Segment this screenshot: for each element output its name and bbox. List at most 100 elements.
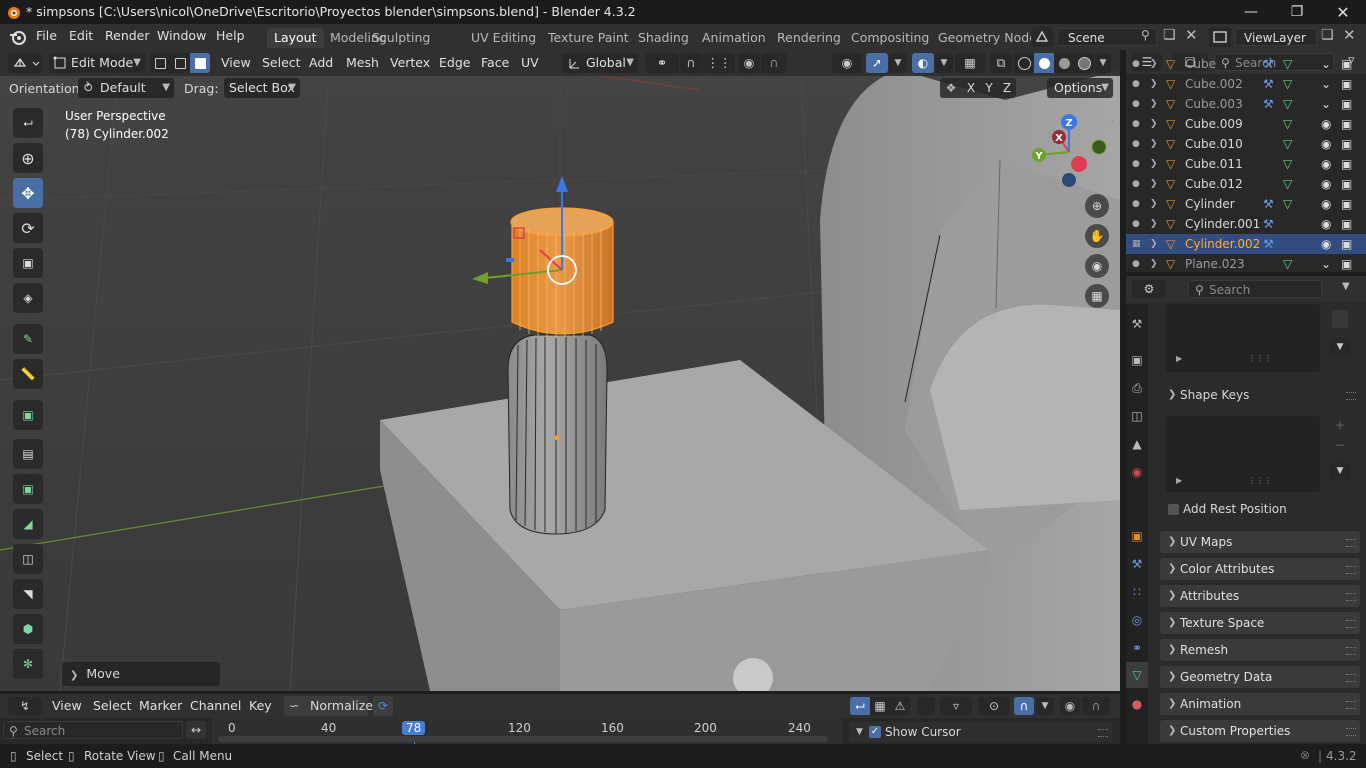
list-expand-icon[interactable]: ▶ — [1176, 354, 1182, 363]
row-dot-icon[interactable]: ● — [1132, 94, 1140, 114]
expand-chevron-icon[interactable]: ❯ — [1150, 234, 1158, 254]
workspace-tab-layout[interactable]: Layout — [267, 28, 324, 48]
show-hidden-icon[interactable]: ▦ — [870, 697, 890, 715]
vertex-group-specials-button[interactable]: ▼ — [1330, 338, 1350, 356]
workspace-tab-texture-paint[interactable]: Texture Paint — [541, 28, 636, 48]
panel-attributes[interactable]: ❯ Attributes — [1160, 585, 1360, 607]
menu-face[interactable]: Face — [481, 54, 509, 72]
wireframe-shading-icon[interactable] — [1014, 53, 1034, 73]
tab-render[interactable]: ▣ — [1126, 348, 1148, 372]
render-camera-icon[interactable]: ▣ — [1341, 94, 1352, 114]
panel-color-attributes[interactable]: ❯ Color Attributes — [1160, 558, 1360, 580]
list-resize-grip-icon[interactable]: ⋮⋮⋮ — [1248, 476, 1272, 485]
render-camera-icon[interactable]: ▣ — [1341, 174, 1352, 194]
timeline-proportional-button[interactable]: ◉ — [1060, 697, 1080, 715]
panel-grip-icon[interactable] — [1346, 392, 1356, 400]
tab-world[interactable]: ◉ — [1126, 460, 1148, 484]
eye-closed-icon[interactable]: ⌄ — [1321, 254, 1331, 272]
panel-grip-icon[interactable] — [1346, 593, 1356, 601]
expand-chevron-icon[interactable]: ❯ — [1150, 194, 1158, 214]
gizmo-dropdown[interactable]: ▼ — [889, 53, 907, 73]
row-dot-icon[interactable]: ● — [1132, 134, 1140, 154]
outliner-row[interactable]: ● ❯ ▽ Cube.012 ▽ ◉ ▣ — [1126, 174, 1366, 194]
menu-add[interactable]: Add — [309, 54, 333, 72]
loop-cut-tool[interactable]: ◫ — [13, 544, 43, 574]
inset-tool[interactable]: ▣ — [13, 474, 43, 504]
expand-chevron-icon[interactable]: ❯ — [1150, 54, 1158, 74]
outliner-row[interactable]: ● ❯ ▽ Cube.003 ⚒ ▽ ⌄ ▣ — [1126, 94, 1366, 114]
snap-target-button[interactable]: ⋮⋮ — [703, 53, 735, 73]
zoom-button[interactable]: ⊕ — [1085, 194, 1109, 218]
proportional-edit-button[interactable]: ◉ — [738, 53, 760, 73]
vertex-groups-list[interactable]: ▶ ⋮⋮⋮ — [1166, 304, 1320, 372]
panel-grip-icon[interactable] — [1346, 674, 1356, 682]
poly-build-tool[interactable]: ⬢ — [13, 614, 43, 644]
outliner-row[interactable]: ● ❯ ▽ Cylinder ⚒ ▽ ◉ ▣ — [1126, 194, 1366, 214]
menu-edge[interactable]: Edge — [439, 54, 470, 72]
workspace-tab-uv-editing[interactable]: UV Editing — [464, 28, 543, 48]
view-layer-field[interactable]: ViewLayer — [1235, 28, 1317, 46]
spin-tool[interactable]: ✻ — [13, 649, 43, 679]
extrude-tool[interactable]: ▤ — [13, 439, 43, 469]
outliner-row[interactable]: ● ❯ ▽ Plane.023 ▽ ⌄ ▣ — [1126, 254, 1366, 272]
row-dot-icon[interactable]: ● — [1132, 154, 1140, 174]
last-operator-panel[interactable]: ❯ Move — [62, 662, 220, 686]
row-dot-icon[interactable]: ● — [1132, 194, 1140, 214]
outliner-row[interactable]: ● ❯ ▽ Cube.009 ▽ ◉ ▣ — [1126, 114, 1366, 134]
expand-chevron-icon[interactable]: ❯ — [1150, 254, 1158, 272]
cursor-tool[interactable]: ⊕ — [13, 143, 43, 173]
menu-view[interactable]: View — [221, 54, 251, 72]
maximize-button[interactable]: ❐ — [1274, 0, 1320, 24]
row-dot-icon[interactable]: ● — [1132, 114, 1140, 134]
rotate-tool[interactable]: ⟳ — [13, 213, 43, 243]
options-dropdown[interactable]: Options ▼ — [1047, 78, 1113, 98]
outliner-row[interactable]: ● ❯ ▽ Cylinder.001 ⚒ ◉ ▣ — [1126, 214, 1366, 234]
render-camera-icon[interactable]: ▣ — [1341, 134, 1352, 154]
chevron-down-icon[interactable]: ▼ — [1342, 281, 1350, 292]
list-resize-grip-icon[interactable]: ⋮⋮⋮ — [1248, 354, 1272, 363]
blender-menu-icon[interactable] — [9, 29, 27, 45]
render-camera-icon[interactable]: ▣ — [1341, 74, 1352, 94]
move-tool[interactable]: ✥ — [13, 178, 43, 208]
tab-tool[interactable]: ⚒ — [1126, 312, 1148, 336]
only-selected-icon[interactable]: ⮠ — [850, 697, 870, 715]
expand-chevron-icon[interactable]: ❯ — [1150, 94, 1158, 114]
channel-search-field[interactable]: ⚲ Search — [3, 721, 183, 739]
outliner-row[interactable]: ▦ ❯ ▽ Cylinder.002 ⚒ ◉ ▣ — [1126, 234, 1366, 254]
swap-channels-button[interactable]: ↔ — [186, 721, 206, 739]
menu-select[interactable]: Select — [262, 54, 301, 72]
eye-closed-icon[interactable]: ⌄ — [1321, 54, 1331, 74]
mirror-z-toggle[interactable]: Z — [998, 81, 1016, 95]
render-camera-icon[interactable]: ▣ — [1341, 54, 1352, 74]
edge-select-icon[interactable] — [170, 53, 190, 73]
normalize-toggle[interactable]: ∽ Normalize — [284, 696, 373, 716]
panel-animation[interactable]: ❯ Animation — [1160, 693, 1360, 715]
timeline-scrollbar[interactable] — [218, 736, 828, 742]
select-box-tool[interactable]: ⮠ — [13, 108, 43, 138]
only-errors-icon[interactable]: ⚠ — [890, 697, 910, 715]
panel-grip-icon[interactable] — [1098, 729, 1108, 737]
tab-output[interactable]: ⎙ — [1126, 376, 1148, 400]
perspective-toggle-button[interactable]: ▦ — [1085, 284, 1109, 308]
panel-grip-icon[interactable] — [1346, 701, 1356, 709]
pivot-point-button[interactable]: ⚭ — [645, 53, 679, 73]
eye-icon[interactable]: ◉ — [1321, 134, 1331, 154]
panel-grip-icon[interactable] — [1346, 728, 1356, 736]
shape-keys-panel-header[interactable]: ❯ Shape Keys — [1160, 384, 1360, 406]
panel-grip-icon[interactable] — [1346, 566, 1356, 574]
eye-closed-icon[interactable]: ⌄ — [1321, 74, 1331, 94]
eye-closed-icon[interactable]: ⌄ — [1321, 94, 1331, 114]
filters-dropdown[interactable]: ▿ — [940, 697, 972, 715]
shading-dropdown[interactable]: ▼ — [1095, 53, 1111, 73]
close-button[interactable]: ✕ — [1320, 0, 1366, 24]
xray-toggle-button[interactable]: ⧉ — [990, 53, 1012, 73]
mirror-x-toggle[interactable]: X — [962, 81, 980, 95]
eye-icon[interactable]: ◉ — [1321, 114, 1331, 134]
sidebar-toggle-icon[interactable]: ‹ — [1111, 116, 1115, 127]
workspace-tab-rendering[interactable]: Rendering — [770, 28, 848, 48]
auto-normalize-toggle[interactable]: ⟳ — [373, 696, 393, 716]
show-gizmo-button[interactable]: ➚ — [866, 53, 888, 73]
menu-render[interactable]: Render — [105, 28, 150, 43]
falloff-button[interactable]: ∩ — [761, 53, 787, 73]
row-dot-icon[interactable]: ● — [1132, 214, 1140, 234]
